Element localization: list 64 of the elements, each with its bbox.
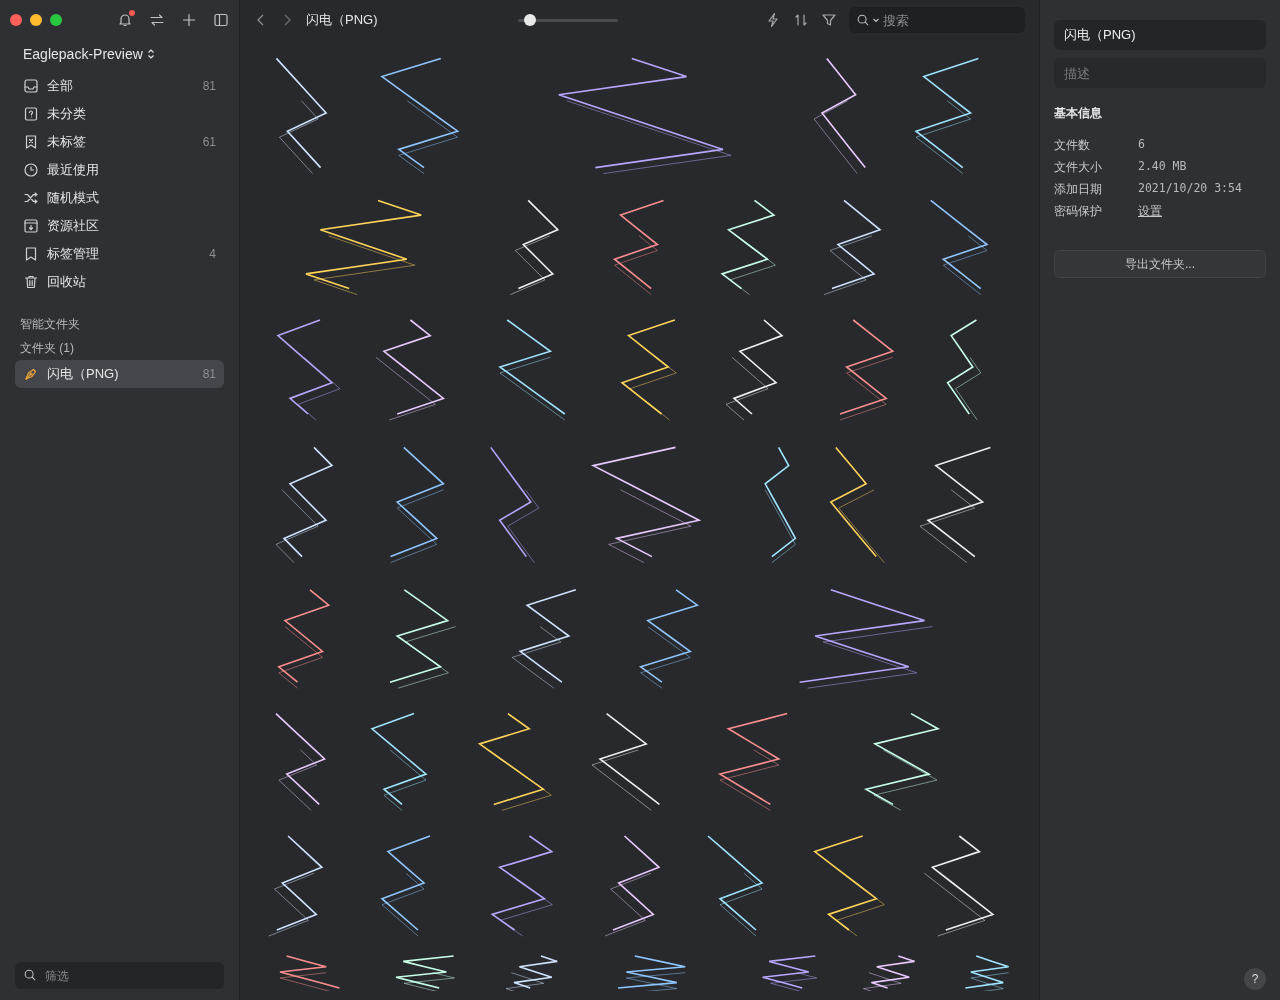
item-label: 最近使用 <box>47 161 100 180</box>
item-label: 回收站 <box>47 273 87 292</box>
question-icon <box>23 106 39 122</box>
sidebar-item[interactable]: 回收站 <box>15 268 224 296</box>
sidebar-item[interactable]: 随机模式 <box>15 184 224 212</box>
export-button[interactable]: 导出文件夹... <box>1054 250 1266 278</box>
clock-icon <box>23 162 39 178</box>
archive-icon <box>23 218 39 234</box>
info-label: 文件大小 <box>1054 158 1103 176</box>
sidebar-item[interactable]: 资源社区 <box>15 212 224 240</box>
zoom-icon[interactable] <box>50 14 62 26</box>
item-count: 4 <box>209 246 216 263</box>
swap-icon[interactable] <box>149 12 165 28</box>
name-field[interactable]: 闪电（PNG) <box>1054 20 1266 50</box>
slider-thumb[interactable] <box>524 13 536 26</box>
filter-icon[interactable] <box>821 12 837 28</box>
help-button[interactable]: ? <box>1244 968 1266 990</box>
sidebar-toggle-icon[interactable] <box>213 12 229 28</box>
info-label: 密码保护 <box>1054 202 1103 220</box>
item-count: 61 <box>202 134 216 151</box>
folder-item[interactable]: 闪电（PNG) 81 <box>15 360 224 388</box>
sidebar-item[interactable]: 最近使用 <box>15 156 224 184</box>
sidebar-item[interactable]: 未分类 <box>15 100 224 128</box>
sidebar-item[interactable]: 全部 81 <box>15 72 224 100</box>
search-icon <box>856 13 870 27</box>
sidebar-item[interactable]: 标签管理 4 <box>15 240 224 268</box>
bell-icon[interactable] <box>117 12 133 28</box>
chevron-updown-icon <box>146 48 155 60</box>
item-label: 未分类 <box>47 105 87 124</box>
trash-icon <box>23 274 39 290</box>
bookmark-x-icon <box>23 134 39 150</box>
folder-title: 闪电（PNG) <box>306 11 379 30</box>
item-count: 81 <box>202 366 216 383</box>
item-label: 标签管理 <box>47 245 100 264</box>
info-value: 6 <box>1138 135 1145 153</box>
search-icon <box>23 968 37 982</box>
settings-link[interactable]: 设置 <box>1138 201 1162 220</box>
inbox-icon <box>23 78 39 94</box>
info-value: 2.40 MB <box>1138 157 1187 175</box>
sort-icon[interactable] <box>793 12 809 28</box>
item-label: 闪电（PNG) <box>47 365 120 384</box>
info-label: 文件数 <box>1054 136 1091 154</box>
section-heading: 基本信息 <box>1054 105 1103 122</box>
library-switcher[interactable]: Eaglepack-Preview <box>15 40 224 68</box>
section-heading[interactable]: 文件夹 (1) <box>15 336 224 360</box>
item-label: 未标签 <box>47 133 87 152</box>
info-value: 2021/10/20 3:54 <box>1138 179 1242 197</box>
shuffle-icon <box>23 190 39 206</box>
close-icon[interactable] <box>10 14 22 26</box>
minimize-icon[interactable] <box>30 14 42 26</box>
sidebar-item[interactable]: 未标签 61 <box>15 128 224 156</box>
description-field[interactable]: 描述 <box>1054 58 1266 88</box>
item-label: 资源社区 <box>47 217 100 236</box>
filter-field[interactable]: 筛选 <box>15 962 224 989</box>
plus-icon[interactable] <box>181 12 197 28</box>
item-label: 全部 <box>47 77 74 96</box>
info-label: 添加日期 <box>1054 180 1103 198</box>
bookmark-icon <box>23 246 39 262</box>
search-field[interactable]: 搜索 <box>849 7 1025 33</box>
section-heading[interactable]: 智能文件夹 <box>15 312 224 336</box>
item-count: 81 <box>202 78 216 95</box>
caret-icon <box>872 16 880 24</box>
item-label: 随机模式 <box>47 189 100 208</box>
pen-nib-icon <box>23 366 39 382</box>
